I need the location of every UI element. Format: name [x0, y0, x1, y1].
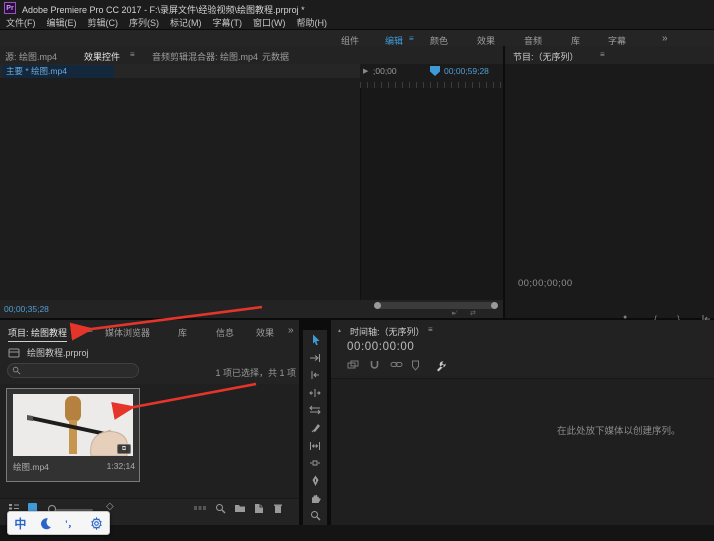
- add-marker-icon[interactable]: [411, 360, 420, 371]
- search-box[interactable]: [7, 363, 139, 378]
- pen-tool[interactable]: [308, 475, 322, 487]
- zoom-tool[interactable]: [308, 510, 322, 522]
- effect-controls-panel-menu-icon[interactable]: ≡: [130, 50, 135, 59]
- tab-effects[interactable]: 效果: [256, 326, 274, 339]
- search-icon: [12, 366, 21, 375]
- premiere-window: Pr Adobe Premiere Pro CC 2017 - F:\录屏文件\…: [0, 0, 714, 541]
- menu-title[interactable]: 字幕(T): [213, 16, 243, 29]
- menu-edit[interactable]: 编辑(E): [47, 16, 77, 29]
- project-tabs-overflow-icon[interactable]: »: [288, 325, 294, 336]
- trash-icon[interactable]: [273, 503, 283, 514]
- effect-controls-timeline-area: [360, 88, 503, 300]
- nest-sequence-icon[interactable]: [347, 360, 359, 370]
- razor-tool[interactable]: [308, 422, 322, 434]
- ime-settings-gear-icon[interactable]: [90, 517, 103, 530]
- tab-timeline[interactable]: 时间轴:（无序列）: [350, 325, 425, 338]
- video-usage-badge-icon: ⧉: [117, 444, 131, 454]
- list-item[interactable]: ⧉ 绘图.mp4 1:32;14: [6, 388, 140, 482]
- playhead-marker-icon[interactable]: [430, 66, 440, 76]
- project-panel-menu-icon[interactable]: ≡: [88, 326, 93, 335]
- ime-punctuation-icon[interactable]: ’，: [65, 517, 77, 530]
- rolling-edit-tool[interactable]: [308, 387, 322, 399]
- effect-controls-footer: 00;00;35;28 ▸∕ ⇄: [0, 300, 503, 318]
- loop-icon[interactable]: ⇄: [470, 309, 476, 317]
- clip-name[interactable]: 绘图.mp4: [13, 461, 49, 473]
- ime-mode-indicator[interactable]: 中: [14, 515, 26, 532]
- tab-libraries[interactable]: 库: [178, 326, 187, 339]
- disclosure-triangle-icon[interactable]: ▶: [363, 67, 368, 75]
- clip-thumbnail[interactable]: ⧉: [13, 394, 133, 456]
- ime-toolbar[interactable]: 中 ’，: [7, 511, 110, 535]
- effect-controls-clip-label[interactable]: 主要 * 绘图.mp4: [2, 65, 114, 78]
- automate-to-sequence-icon[interactable]: [193, 503, 207, 513]
- slide-tool[interactable]: [308, 457, 322, 469]
- window-title: Adobe Premiere Pro CC 2017 - F:\录屏文件\经验视…: [22, 3, 305, 16]
- ime-fullwidth-moon-icon[interactable]: [39, 517, 52, 530]
- timeline-timecode[interactable]: 00:00:00:00: [347, 341, 414, 353]
- program-timecode[interactable]: 00;00;00;00: [518, 278, 573, 289]
- thumbnail-image: [13, 394, 133, 456]
- menu-help[interactable]: 帮助(H): [297, 16, 328, 29]
- menu-file[interactable]: 文件(F): [6, 16, 36, 29]
- menu-window[interactable]: 窗口(W): [253, 16, 286, 29]
- ripple-edit-tool[interactable]: [308, 369, 322, 381]
- workspace-bar: 组件 编辑 ≡ 颜色 效果 音频 库 字幕 »: [0, 29, 714, 46]
- tab-metadata[interactable]: 元数据: [262, 50, 289, 63]
- menu-marker[interactable]: 标记(M): [170, 16, 202, 29]
- program-monitor-display: 00;00;00;00 ● { }: [505, 64, 714, 318]
- find-icon[interactable]: [215, 503, 226, 514]
- slip-tool[interactable]: [308, 440, 322, 452]
- effect-controls-list-area: [0, 78, 360, 300]
- tools-panel: [301, 330, 329, 525]
- current-time-display[interactable]: 00;00;35;28: [4, 304, 49, 314]
- tab-source-monitor[interactable]: 源: 绘图.mp4: [5, 50, 57, 63]
- workspace-overflow-icon[interactable]: »: [662, 33, 668, 44]
- title-bar: Pr Adobe Premiere Pro CC 2017 - F:\录屏文件\…: [0, 0, 714, 16]
- new-item-icon[interactable]: [254, 503, 264, 514]
- snap-magnet-icon[interactable]: [369, 360, 380, 371]
- timeline-panel-menu-icon[interactable]: ≡: [428, 325, 433, 334]
- workspace-menu-icon[interactable]: ≡: [409, 34, 414, 43]
- app-icon: Pr: [4, 2, 16, 14]
- linked-selection-icon[interactable]: [390, 360, 403, 369]
- zoom-scrollbar-right-handle[interactable]: [491, 302, 498, 309]
- selection-tool[interactable]: [308, 334, 322, 346]
- menu-sequence[interactable]: 序列(S): [129, 16, 159, 29]
- timeline-panel: ▴ 时间轴:（无序列） ≡ 00:00:00:00 在此处放下媒体以创建序列。: [331, 320, 714, 525]
- zoom-scrollbar-left-handle[interactable]: [374, 302, 381, 309]
- effect-controls-panel: 源: 绘图.mp4 效果控件 ≡ 音频剪辑混合器: 绘图.mp4 元数据 主要 …: [0, 46, 503, 318]
- zoom-scrollbar[interactable]: [374, 302, 498, 309]
- program-panel-menu-icon[interactable]: ≡: [600, 50, 605, 59]
- timeline-caret-icon[interactable]: ▴: [338, 327, 341, 334]
- hand-tool[interactable]: [308, 492, 322, 504]
- program-monitor-panel: 节目:（无序列） ≡ 00;00;00;00 ● { }: [505, 46, 714, 318]
- rate-stretch-tool[interactable]: [308, 404, 322, 416]
- timeline-toolbar: [347, 360, 487, 374]
- track-select-forward-tool[interactable]: [308, 352, 322, 364]
- timeline-settings-wrench-icon[interactable]: [435, 360, 447, 372]
- project-file-row[interactable]: 绘图教程.prproj: [8, 346, 89, 359]
- timeline-drop-message: 在此处放下媒体以创建序列。: [557, 423, 681, 437]
- ruler-out-label: 00;00;59;28: [444, 66, 489, 76]
- ruler-start-label: ;00;00: [373, 66, 397, 76]
- project-items-grid: ⧉ 绘图.mp4 1:32;14: [0, 384, 299, 498]
- tab-audio-clip-mixer[interactable]: 音频剪辑混合器: 绘图.mp4: [152, 50, 258, 63]
- tab-info[interactable]: 信息: [216, 326, 234, 339]
- project-panel: 项目: 绘图教程 ≡ 媒体浏览器 库 信息 效果 » 绘图教程.prproj 1…: [0, 320, 299, 525]
- play-indicator-icon[interactable]: ▸∕: [452, 309, 457, 317]
- selection-status: 1 项已选择，共 1 项: [150, 366, 296, 379]
- project-file-icon: [8, 348, 20, 358]
- timeline-track-area[interactable]: 在此处放下媒体以创建序列。: [331, 378, 714, 526]
- clip-duration: 1:32;14: [107, 461, 135, 473]
- tab-media-browser[interactable]: 媒体浏览器: [105, 326, 150, 339]
- tab-program-monitor[interactable]: 节目:（无序列）: [513, 50, 579, 63]
- menu-clip[interactable]: 剪辑(C): [88, 16, 119, 29]
- project-file-name: 绘图教程.prproj: [27, 346, 89, 359]
- effect-controls-ruler[interactable]: ▶ ;00;00 00;00;59;28: [360, 64, 503, 88]
- search-input[interactable]: [21, 365, 125, 377]
- menu-bar: 文件(F) 编辑(E) 剪辑(C) 序列(S) 标记(M) 字幕(T) 窗口(W…: [0, 16, 714, 29]
- tab-project[interactable]: 项目: 绘图教程: [8, 326, 67, 342]
- new-bin-folder-icon[interactable]: [234, 503, 246, 513]
